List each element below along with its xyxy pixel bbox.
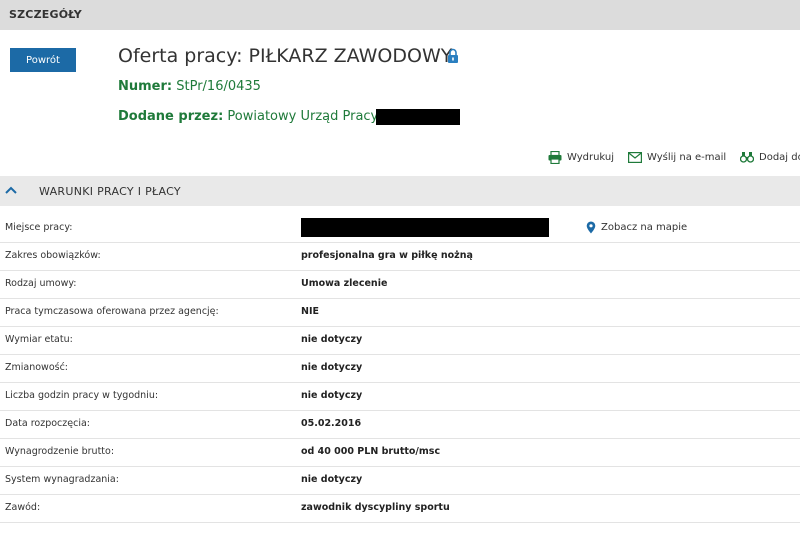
offer-number-value: StPr/16/0435 xyxy=(176,79,261,94)
row-value: 05.02.2016 xyxy=(301,418,362,429)
add-action[interactable]: Dodaj do xyxy=(740,149,800,165)
section-header[interactable]: WARUNKI PRACY I PŁACY xyxy=(0,176,800,206)
row-label: System wynagradzania: xyxy=(5,474,119,485)
offer-added-label: Dodane przez: xyxy=(118,109,224,124)
section-title: WARUNKI PRACY I PŁACY xyxy=(39,185,181,198)
table-row: Miejsce pracy: Zobacz na mapie xyxy=(0,215,800,243)
table-row: Zakres obowiązków: profesjonalna gra w p… xyxy=(0,243,800,271)
map-link[interactable]: Zobacz na mapie xyxy=(586,221,687,234)
offer-added-value: Powiatowy Urząd Pracy xyxy=(227,109,379,124)
email-action[interactable]: Wyślij na e-mail xyxy=(628,149,726,165)
table-row: Wymiar etatu: nie dotyczy xyxy=(0,327,800,355)
lock-icon xyxy=(448,48,458,63)
row-value: profesjonalna gra w piłkę nożną xyxy=(301,250,473,261)
details-header-bar: SZCZEGÓŁY xyxy=(0,0,800,30)
map-link-label: Zobacz na mapie xyxy=(601,222,688,233)
details-header-title: SZCZEGÓŁY xyxy=(9,8,82,21)
printer-icon xyxy=(548,150,562,164)
row-label: Zawód: xyxy=(5,502,41,513)
binoculars-icon xyxy=(740,152,754,163)
row-value: nie dotyczy xyxy=(301,362,363,373)
row-label: Data rozpoczęcia: xyxy=(5,418,90,429)
offer-number-label: Numer: xyxy=(118,79,173,94)
row-label: Miejsce pracy: xyxy=(5,222,73,233)
row-value: nie dotyczy xyxy=(301,390,363,401)
table-row: Praca tymczasowa oferowana przez agencję… xyxy=(0,299,800,327)
table-row: Zawód: zawodnik dyscypliny sportu xyxy=(0,495,800,523)
table-row: Data rozpoczęcia: 05.02.2016 xyxy=(0,411,800,439)
row-value: nie dotyczy xyxy=(301,474,363,485)
row-label: Zakres obowiązków: xyxy=(5,250,101,261)
map-pin-icon xyxy=(586,221,596,234)
redacted-block xyxy=(301,218,549,237)
details-table: Miejsce pracy: Zobacz na mapie Zakres ob… xyxy=(0,215,800,523)
print-label: Wydrukuj xyxy=(567,151,615,163)
row-label: Liczba godzin pracy w tygodniu: xyxy=(5,390,159,401)
row-label: Zmianowość: xyxy=(5,362,69,373)
offer-added-by: Dodane przez: Powiatowy Urząd Pracy xyxy=(118,109,378,124)
redacted-block xyxy=(376,109,460,125)
chevron-up-icon[interactable] xyxy=(4,185,18,195)
table-row: Zmianowość: nie dotyczy xyxy=(0,355,800,383)
row-value: Umowa zlecenie xyxy=(301,278,388,289)
email-label: Wyślij na e-mail xyxy=(647,151,727,163)
row-value: nie dotyczy xyxy=(301,334,363,345)
table-row: Rodzaj umowy: Umowa zlecenie xyxy=(0,271,800,299)
back-button[interactable]: Powrót xyxy=(10,48,76,72)
row-value: zawodnik dyscypliny sportu xyxy=(301,502,450,513)
table-row: Liczba godzin pracy w tygodniu: nie doty… xyxy=(0,383,800,411)
row-label: Rodzaj umowy: xyxy=(5,278,77,289)
offer-title: Oferta pracy: PIŁKARZ ZAWODOWY xyxy=(118,45,453,67)
print-action[interactable]: Wydrukuj xyxy=(548,149,614,165)
row-value: od 40 000 PLN brutto/msc xyxy=(301,446,441,457)
envelope-icon xyxy=(628,151,642,163)
table-row: System wynagradzania: nie dotyczy xyxy=(0,467,800,495)
add-label: Dodaj do xyxy=(759,151,800,163)
row-label: Wymiar etatu: xyxy=(5,334,73,345)
row-label: Praca tymczasowa oferowana przez agencję… xyxy=(5,306,219,317)
table-row: Wynagrodzenie brutto: od 40 000 PLN brut… xyxy=(0,439,800,467)
offer-number: Numer: StPr/16/0435 xyxy=(118,79,261,94)
row-value: NIE xyxy=(301,306,319,317)
row-label: Wynagrodzenie brutto: xyxy=(5,446,115,457)
